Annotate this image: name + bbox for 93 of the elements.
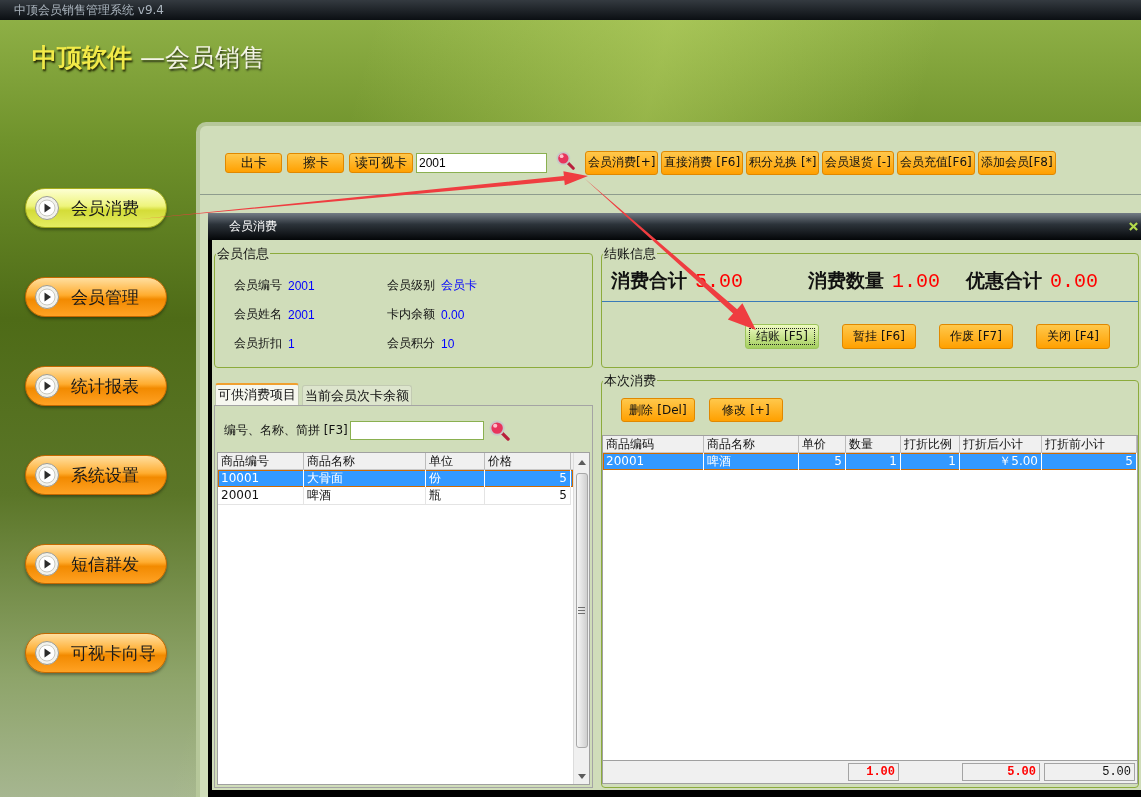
play-icon <box>35 641 59 665</box>
table-cell: 1 <box>846 453 901 471</box>
column-header[interactable]: 打折前小计 <box>1042 436 1137 452</box>
search-icon[interactable] <box>556 151 575 170</box>
toolbar-button[interactable]: 积分兑换 [*] <box>746 150 820 175</box>
group-title: 结账信息 <box>603 246 657 261</box>
dialog-title: 会员消费 <box>229 218 277 235</box>
column-header[interactable]: 数量 <box>846 436 901 452</box>
scroll-down-icon[interactable] <box>577 774 586 779</box>
toolbar-button[interactable]: 会员充值[F6] <box>896 150 975 175</box>
column-header[interactable]: 商品名称 <box>704 436 799 452</box>
toolbar-button[interactable]: 直接消费 [F6] <box>661 150 744 175</box>
play-icon <box>35 552 59 576</box>
play-icon <box>35 196 59 220</box>
column-header[interactable]: 打折比例 <box>901 436 960 452</box>
table-cell: 瓶 <box>426 487 485 505</box>
card-number-field[interactable]: 2001 <box>416 152 547 173</box>
sidebar-item[interactable]: 系统设置 <box>25 455 167 495</box>
field-label: 会员姓名 <box>234 306 282 323</box>
table-cell: 5 <box>485 487 571 505</box>
column-header[interactable]: 商品编号 <box>218 453 304 469</box>
table-cell: 啤酒 <box>704 453 799 471</box>
table-cell: 5 <box>799 453 846 471</box>
group-title: 本次消费 <box>603 373 657 388</box>
play-icon <box>35 463 59 487</box>
table-cell: 份 <box>426 470 485 488</box>
footer-total: 5.00 <box>962 763 1040 781</box>
toolbar-button[interactable]: 读可视卡 <box>349 152 413 173</box>
sidebar-item[interactable]: 可视卡向导 <box>25 633 167 673</box>
field-label: 会员级别 <box>387 277 435 294</box>
field-value: 会员卡 <box>441 277 477 294</box>
column-header[interactable]: 商品编码 <box>603 436 704 452</box>
search-icon[interactable] <box>488 419 510 441</box>
sidebar-item[interactable]: 会员管理 <box>25 277 167 317</box>
group-title: 会员信息 <box>216 246 270 261</box>
checkout-button[interactable]: 暂挂 [F6] <box>842 324 916 349</box>
close-icon[interactable] <box>1129 222 1138 231</box>
brand-subtitle: —会员销售 <box>140 44 265 72</box>
tab[interactable]: 当前会员次卡余额 <box>302 385 412 405</box>
field-value: 10 <box>441 336 455 351</box>
order-button[interactable]: 删除 [Del] <box>621 398 695 422</box>
field-label: 会员积分 <box>387 335 435 352</box>
brand-name: 中顶软件 <box>32 44 132 72</box>
sidebar-item[interactable]: 统计报表 <box>25 366 167 406</box>
tab[interactable]: 可供消费项目 <box>215 383 299 405</box>
total-label: 优惠合计 <box>966 268 1042 293</box>
column-header[interactable]: 商品名称 <box>304 453 426 469</box>
toolbar-button[interactable]: 会员退货 [-] <box>822 150 894 175</box>
table-cell: 5 <box>1042 453 1137 471</box>
toolbar-button[interactable]: 出卡 <box>225 152 282 173</box>
table-cell: 20001 <box>603 453 704 471</box>
scroll-up-icon[interactable] <box>577 460 586 465</box>
sidebar-item[interactable]: 短信群发 <box>25 544 167 584</box>
table-cell: 20001 <box>218 487 304 505</box>
scroll-thumb[interactable] <box>575 473 588 748</box>
footer-total: 1.00 <box>848 763 899 781</box>
field-label: 卡内余额 <box>387 306 435 323</box>
column-header[interactable]: 价格 <box>485 453 571 469</box>
table-cell: 大骨面 <box>304 470 426 488</box>
field-value: 2001 <box>288 278 315 293</box>
field-label: 会员编号 <box>234 277 282 294</box>
total-value: 0.00 <box>1050 270 1098 293</box>
column-header[interactable]: 单位 <box>426 453 485 469</box>
window-title: 中顶会员销售管理系统 v9.4 <box>14 1 164 19</box>
field-value: 2001 <box>288 307 315 322</box>
table-cell: 10001 <box>218 470 304 488</box>
field-value: 0.00 <box>441 307 465 322</box>
checkout-button[interactable]: 关闭 [F4] <box>1036 324 1110 349</box>
field-value: 1 <box>288 336 295 351</box>
column-header[interactable]: 单价 <box>799 436 846 452</box>
search-label: 编号、名称、简拼 [F3] <box>224 421 348 439</box>
total-label: 消费数量 <box>808 268 884 293</box>
search-field[interactable] <box>349 420 484 440</box>
table-cell: 啤酒 <box>304 487 426 505</box>
table-row[interactable]: 20001 啤酒 瓶 5 <box>218 487 573 504</box>
play-icon <box>35 374 59 398</box>
toolbar-button[interactable]: 添加会员[F8] <box>977 150 1056 175</box>
column-header[interactable]: 打折后小计 <box>960 436 1042 452</box>
total-value: 1.00 <box>892 270 940 293</box>
order-button[interactable]: 修改 [+] <box>709 398 783 422</box>
total-label: 消费合计 <box>611 268 687 293</box>
table-cell: ￥5.00 <box>960 453 1042 471</box>
table-cell: 5 <box>485 470 571 488</box>
footer-total: 5.00 <box>1044 763 1135 781</box>
table-cell: 1 <box>901 453 960 471</box>
checkout-button[interactable]: 结账 [F5] <box>745 324 819 349</box>
scrollbar[interactable] <box>573 453 589 784</box>
play-icon <box>35 285 59 309</box>
toolbar-button[interactable]: 擦卡 <box>287 152 344 173</box>
field-label: 会员折扣 <box>234 335 282 352</box>
sidebar-item[interactable]: 会员消费 <box>25 188 167 228</box>
toolbar-button[interactable]: 会员消费[+] <box>585 150 659 175</box>
checkout-button[interactable]: 作废 [F7] <box>939 324 1013 349</box>
